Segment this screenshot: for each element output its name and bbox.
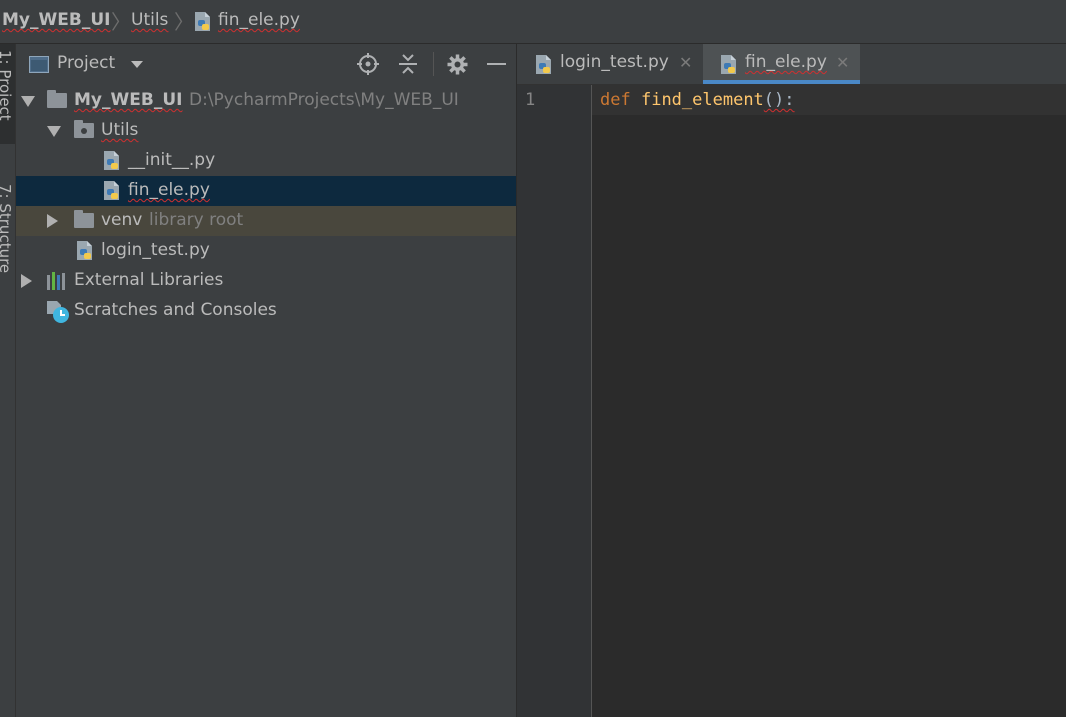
breadcrumb-file[interactable]: fin_ele.py: [218, 10, 300, 30]
expand-arrow-icon[interactable]: [21, 96, 35, 107]
external-libraries-label: External Libraries: [74, 270, 224, 290]
code-editor[interactable]: def find_element():: [592, 85, 1066, 717]
structure-tool-tab[interactable]: 7: Structure: [0, 184, 14, 273]
tree-item-root[interactable]: My_WEB_UI D:\PycharmProjects\My_WEB_UI: [16, 86, 516, 116]
root-folder-label: My_WEB_UI: [74, 90, 183, 110]
code-function-name: find_element: [640, 90, 764, 110]
venv-library-root-hint: library root: [149, 210, 244, 230]
code-line-1[interactable]: def find_element():: [600, 90, 795, 110]
breadcrumb-separator: 〉: [111, 10, 131, 34]
package-folder-icon: [74, 120, 94, 138]
line-number: 1: [525, 90, 536, 110]
init-file-label: __init__.py: [128, 150, 216, 170]
breadcrumb-separator: 〉: [174, 10, 194, 34]
project-view-title[interactable]: Project: [57, 53, 115, 73]
tree-item-fin-ele-selected[interactable]: fin_ele.py: [16, 176, 516, 206]
python-file-icon: [77, 241, 92, 260]
python-file-icon: [195, 12, 210, 31]
minimize-icon[interactable]: [487, 63, 506, 65]
close-icon[interactable]: ✕: [679, 53, 692, 72]
toolbar-divider: [433, 52, 434, 76]
locate-target-icon[interactable]: [357, 53, 379, 75]
venv-folder-label: venv: [101, 210, 143, 230]
fin-ele-file-label: fin_ele.py: [128, 180, 210, 200]
collapse-all-icon[interactable]: [398, 53, 418, 75]
active-tab-underline: [703, 80, 860, 84]
python-file-icon: [721, 55, 736, 74]
login-test-file-label: login_test.py: [101, 240, 210, 260]
python-file-icon: [104, 181, 119, 200]
project-panel-header: Project: [16, 44, 516, 84]
tree-item-utils[interactable]: Utils: [16, 116, 516, 146]
tree-item-venv[interactable]: venv library root: [16, 206, 516, 236]
root-folder-path: D:\PycharmProjects\My_WEB_UI: [189, 90, 459, 110]
tree-item-init[interactable]: __init__.py: [16, 146, 516, 176]
tree-item-scratches[interactable]: Scratches and Consoles: [16, 296, 516, 326]
breadcrumb-folder[interactable]: Utils: [131, 10, 168, 30]
expand-arrow-icon[interactable]: [21, 274, 32, 288]
expand-arrow-icon[interactable]: [47, 214, 58, 228]
code-punctuation: ():: [763, 90, 795, 110]
tab-login-test[interactable]: login_test.py ✕: [517, 44, 703, 84]
project-panel: Project My_WEB_UI D:\PycharmProjects\My_…: [16, 44, 517, 717]
python-file-icon: [536, 55, 551, 74]
python-file-icon: [104, 151, 119, 170]
utils-folder-label: Utils: [101, 120, 139, 140]
scratches-label: Scratches and Consoles: [74, 300, 277, 320]
library-icon: [47, 272, 65, 290]
folder-icon: [74, 210, 94, 228]
close-icon[interactable]: ✕: [836, 53, 849, 72]
code-keyword: def: [600, 90, 631, 110]
breadcrumb: My_WEB_UI 〉 Utils 〉 fin_ele.py: [0, 0, 1066, 44]
tree-item-external-libraries[interactable]: External Libraries: [16, 266, 516, 296]
editor-gutter: 1: [517, 85, 592, 717]
breadcrumb-project[interactable]: My_WEB_UI: [2, 10, 110, 30]
expand-arrow-icon[interactable]: [47, 126, 61, 137]
gear-icon[interactable]: [447, 54, 468, 75]
folder-icon: [47, 90, 67, 108]
tab-fin-ele-active[interactable]: fin_ele.py ✕: [703, 44, 860, 84]
editor-tab-bar: login_test.py ✕ fin_ele.py ✕: [517, 44, 1066, 85]
tab-fin-ele-label: fin_ele.py: [745, 52, 827, 72]
tab-login-test-label: login_test.py: [560, 52, 669, 72]
tree-item-login-test[interactable]: login_test.py: [16, 236, 516, 266]
chevron-down-icon[interactable]: [131, 61, 143, 68]
left-tool-strip: 1: Project 7: Structure: [0, 44, 16, 717]
project-window-icon: [29, 56, 49, 73]
scratches-clock-icon: [47, 301, 69, 323]
project-tool-tab[interactable]: 1: Project: [0, 50, 14, 121]
